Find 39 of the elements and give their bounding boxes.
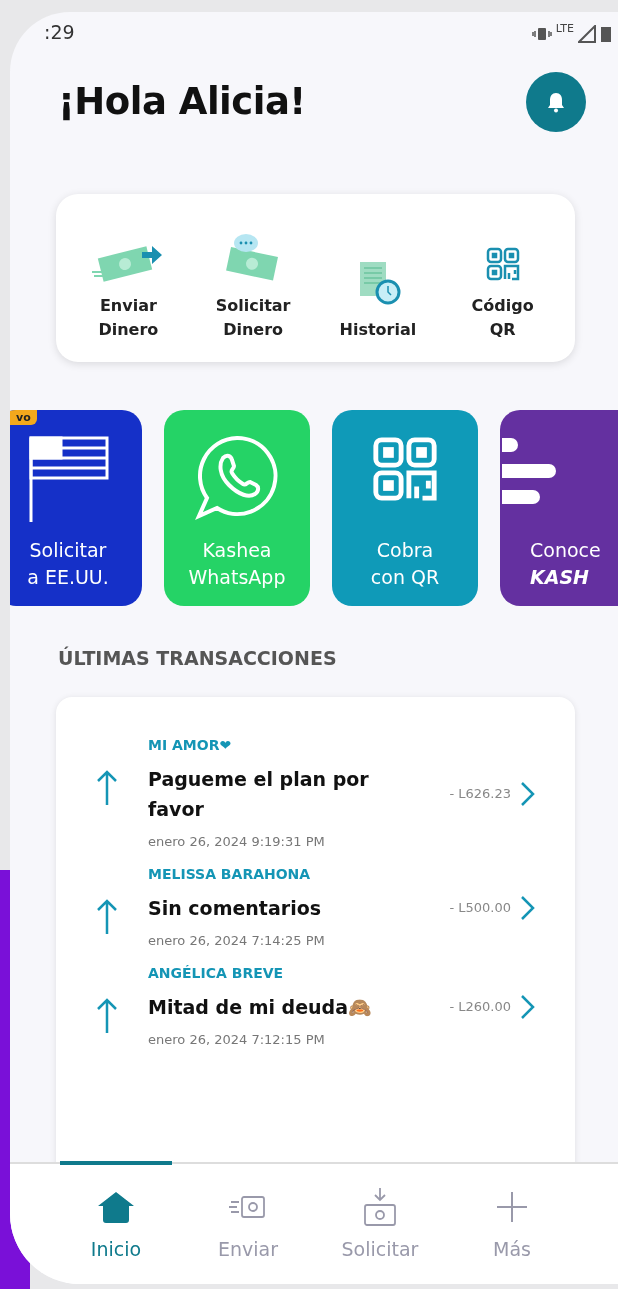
vibrate-icon bbox=[531, 27, 552, 41]
new-ribbon: vo bbox=[10, 410, 37, 425]
battery-icon bbox=[600, 26, 612, 42]
section-title: ÚLTIMAS TRANSACCIONES bbox=[58, 645, 338, 671]
arrow-up-icon bbox=[96, 897, 118, 936]
contact-name: MI AMOR❤ bbox=[148, 735, 233, 755]
download-icon bbox=[362, 1187, 398, 1227]
contact-name: MELISSA BARAHONA bbox=[148, 864, 312, 884]
signal-icon bbox=[578, 25, 596, 43]
quick-action-button[interactable]: Enviar Dinero bbox=[73, 214, 184, 342]
contact-name: ANGÉLICA BREVE bbox=[148, 963, 285, 983]
arrow-up-icon bbox=[96, 768, 118, 807]
network-label: LTE bbox=[555, 20, 574, 37]
chevron-right-icon[interactable] bbox=[519, 993, 535, 1020]
quick-action-button[interactable]: Código QR bbox=[447, 214, 558, 342]
transaction-description: Sin comentarios bbox=[148, 895, 322, 921]
chevron-right-icon[interactable] bbox=[519, 894, 535, 921]
qr-code-icon bbox=[370, 434, 440, 504]
transaction-amount: - L260.00 bbox=[449, 998, 511, 1017]
transaction-date: enero 26, 2024 7:14:25 PM bbox=[148, 932, 326, 951]
transaction-amount: - L500.00 bbox=[449, 899, 511, 918]
status-time: :29 bbox=[44, 20, 75, 45]
arrow-up-icon bbox=[96, 996, 118, 1035]
notifications-button[interactable] bbox=[526, 72, 586, 132]
transaction-date: enero 26, 2024 7:12:15 PM bbox=[148, 1031, 326, 1050]
chevron-right-icon[interactable] bbox=[519, 780, 535, 807]
whatsapp-icon bbox=[195, 434, 279, 520]
quick-action-button[interactable]: Historial bbox=[322, 214, 433, 342]
greeting-title: ¡Hola Alicia! bbox=[58, 79, 306, 126]
qr-code-icon bbox=[484, 246, 521, 282]
transaction-date: enero 26, 2024 9:19:31 PM bbox=[148, 833, 326, 852]
bell-icon bbox=[546, 91, 566, 113]
transaction-description: Mitad de mi deuda🙈 bbox=[148, 994, 373, 1020]
quick-action-button[interactable]: Solicitar Dinero bbox=[198, 214, 309, 342]
promo-card[interactable]: vo Solicitar a EE.UU. bbox=[10, 410, 142, 606]
nav-tab[interactable]: Inicio bbox=[60, 1161, 172, 1284]
transaction-amount: - L626.23 bbox=[449, 785, 511, 804]
promo-card[interactable]: Conoce KASH bbox=[500, 410, 618, 606]
transaction-description: Pagueme el plan por favor bbox=[148, 766, 370, 822]
